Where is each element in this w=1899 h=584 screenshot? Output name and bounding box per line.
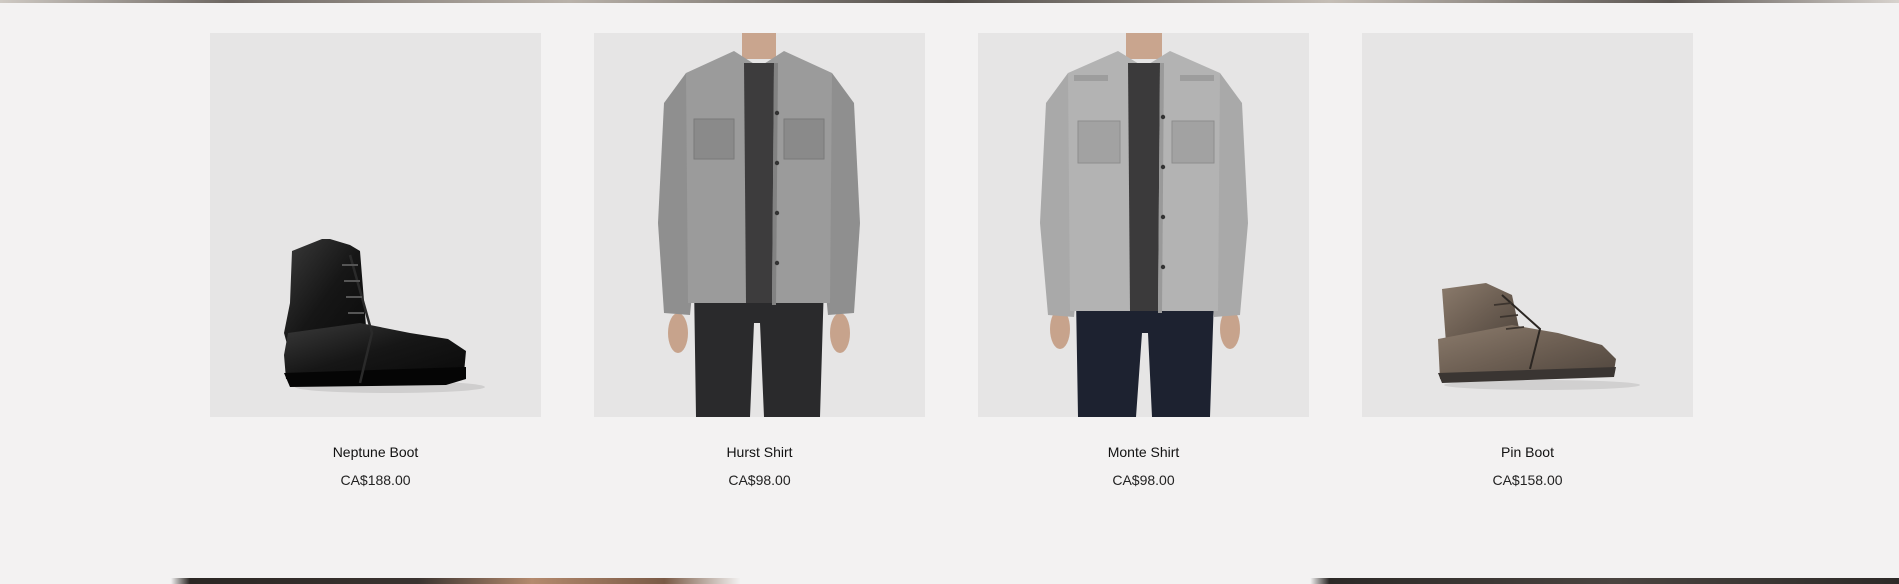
product-image[interactable] xyxy=(1362,33,1693,417)
product-image[interactable] xyxy=(978,33,1309,417)
product-name[interactable]: Pin Boot xyxy=(1501,443,1554,461)
brown-suede-boot-image xyxy=(1438,283,1640,390)
product-name[interactable]: Neptune Boot xyxy=(333,443,419,461)
product-image[interactable] xyxy=(594,33,925,417)
product-name[interactable]: Monte Shirt xyxy=(1108,443,1180,461)
bottom-banner-edge xyxy=(0,578,1899,584)
product-card[interactable]: Monte Shirt CA$98.00 xyxy=(978,33,1309,489)
product-card[interactable]: Neptune Boot CA$188.00 xyxy=(210,33,541,489)
product-image[interactable] xyxy=(210,33,541,417)
product-price: CA$188.00 xyxy=(340,472,411,488)
product-card[interactable]: Hurst Shirt CA$98.00 xyxy=(594,33,925,489)
grey-denim-shirt-dark-jeans-image xyxy=(1040,33,1248,417)
product-name[interactable]: Hurst Shirt xyxy=(726,443,792,461)
product-grid: Neptune Boot CA$188.00 Hurst Shirt CA$98… xyxy=(210,33,1693,489)
product-grid-section: Neptune Boot CA$188.00 Hurst Shirt CA$98… xyxy=(0,0,1899,584)
product-price: CA$98.00 xyxy=(1112,472,1175,488)
black-leather-boot-image xyxy=(284,239,485,393)
product-card[interactable]: Pin Boot CA$158.00 xyxy=(1362,33,1693,489)
product-price: CA$158.00 xyxy=(1492,472,1563,488)
grey-denim-shirt-image xyxy=(658,33,860,417)
product-price: CA$98.00 xyxy=(728,472,791,488)
top-banner-edge xyxy=(0,0,1899,3)
